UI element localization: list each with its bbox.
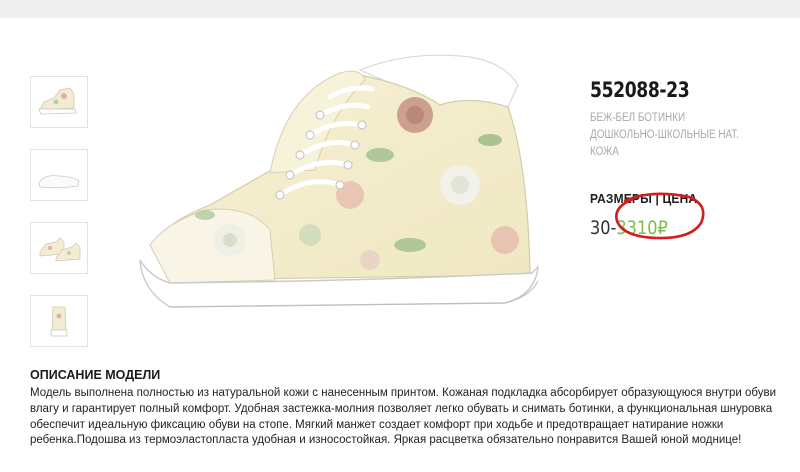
product-info: 552088-23 БЕЖ-БЕЛ БОТИНКИ ДОШКОЛЬНО-ШКОЛ… [590,78,790,243]
thumbnail-pair-view[interactable] [30,222,88,274]
description-text: Модель выполнена полностью из натурально… [30,387,777,447]
shoe-sole-icon [38,175,80,189]
product-main-image[interactable] [110,45,555,335]
thumbnail-sole-view[interactable] [30,149,88,201]
product-subtitle: БЕЖ-БЕЛ БОТИНКИ ДОШКОЛЬНО-ШКОЛЬНЫЕ НАТ. … [590,112,739,158]
thumbnail-back-view[interactable] [30,295,88,347]
shoe-pair-icon [39,237,81,262]
top-bar [0,0,800,18]
shoe-side-icon [38,87,77,115]
sizes-price-header: РАЗМЕРЫ | ЦЕНА [590,191,698,206]
size-price-row[interactable]: 30-3310₽ [590,217,760,243]
thumbnail-gallery [30,76,88,368]
thumbnail-side-view[interactable] [30,76,88,128]
price-value: 3310₽ [616,217,668,239]
shoe-back-icon [50,306,68,337]
size-value[interactable]: 30 [590,217,611,239]
model-description: ОПИСАНИЕ МОДЕЛИ Модель выполнена полност… [30,368,790,449]
product-article: 552088-23 [590,78,690,102]
description-title: ОПИСАНИЕ МОДЕЛИ [30,368,161,382]
